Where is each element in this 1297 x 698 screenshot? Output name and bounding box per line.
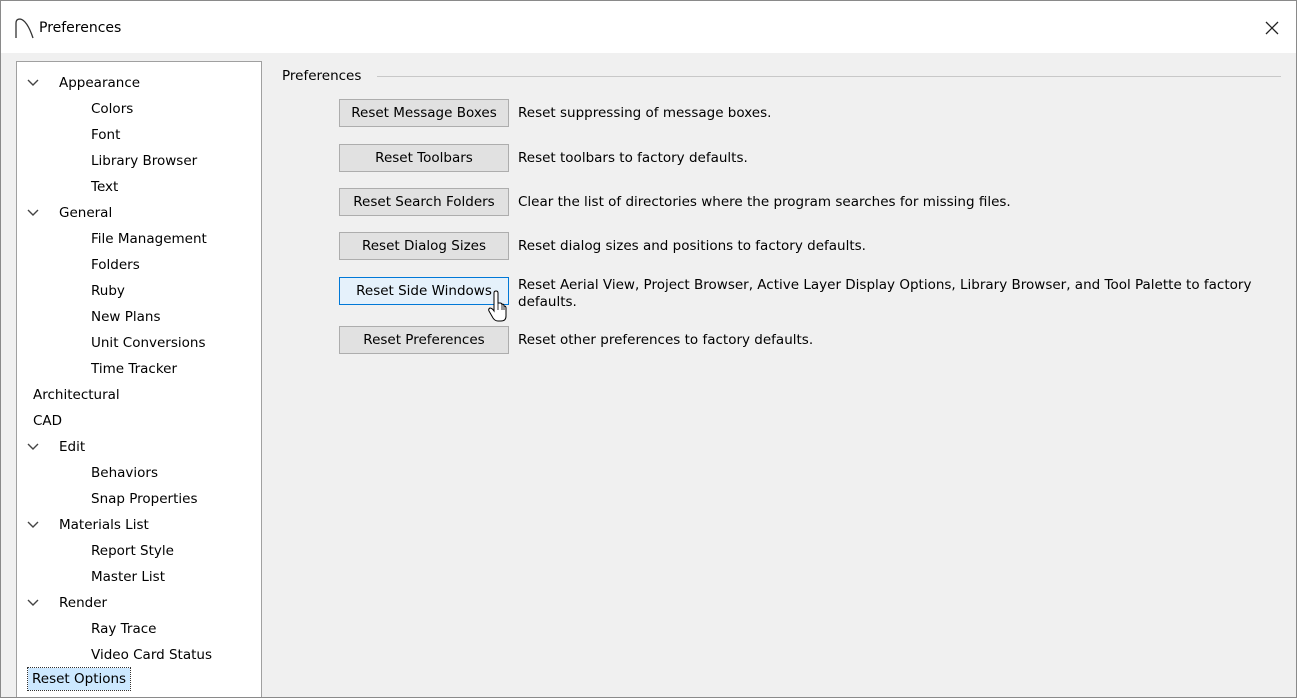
tree-item-label: Render — [59, 595, 108, 611]
tree-item-label: Reset Options — [26, 667, 132, 691]
tree-item-label: Unit Conversions — [91, 335, 206, 351]
tree-item-label: Materials List — [59, 517, 149, 533]
preferences-dialog: Preferences Appearance Colors Font Libra… — [0, 0, 1297, 698]
group-divider — [377, 76, 1281, 77]
reset-message-boxes-button[interactable]: Reset Message Boxes — [339, 99, 509, 127]
reset-side-windows-button[interactable]: Reset Side Windows — [339, 277, 509, 305]
tree-item-time-tracker[interactable]: Time Tracker — [91, 356, 177, 382]
tree-item-appearance[interactable]: Appearance — [17, 70, 259, 96]
reset-preferences-button[interactable]: Reset Preferences — [339, 326, 509, 354]
tree-item-folders[interactable]: Folders — [91, 252, 140, 278]
tree-item-file-management[interactable]: File Management — [91, 226, 207, 252]
tree-item-label: Font — [91, 127, 121, 143]
tree-item-edit[interactable]: Edit — [17, 434, 259, 460]
tree-item-label: New Plans — [91, 309, 161, 325]
tree-item-font[interactable]: Font — [91, 122, 120, 148]
tree-item-label: Architectural — [33, 387, 120, 403]
tree-item-render[interactable]: Render — [17, 590, 259, 616]
tree-item-video-card-status[interactable]: Video Card Status — [91, 642, 212, 668]
tree-item-architectural[interactable]: Architectural — [33, 382, 120, 408]
tree-item-unit-conversions[interactable]: Unit Conversions — [91, 330, 206, 356]
reset-message-boxes-description: Reset suppressing of message boxes. — [518, 105, 772, 121]
tree-item-label: Folders — [91, 257, 140, 273]
chevron-down-icon[interactable] — [27, 521, 39, 529]
tree-item-label: General — [59, 205, 113, 221]
tree-item-label: CAD — [33, 413, 63, 429]
tree-item-label: Snap Properties — [91, 491, 198, 507]
tree-item-text[interactable]: Text — [91, 174, 118, 200]
group-label: Preferences — [282, 67, 368, 85]
tree-item-label: Text — [91, 179, 119, 195]
tree-item-label: Appearance — [59, 75, 141, 91]
reset-search-folders-description: Clear the list of directories where the … — [518, 194, 1011, 210]
tree-item-ruby[interactable]: Ruby — [91, 278, 125, 304]
tree-item-general[interactable]: General — [17, 200, 259, 226]
reset-dialog-sizes-button[interactable]: Reset Dialog Sizes — [339, 232, 509, 260]
tree-item-ray-trace[interactable]: Ray Trace — [91, 616, 156, 642]
chevron-down-icon[interactable] — [27, 443, 39, 451]
chevron-down-icon[interactable] — [27, 599, 39, 607]
window-title: Preferences — [39, 20, 122, 36]
app-logo-icon — [15, 18, 34, 39]
reset-side-windows-description: Reset Aerial View, Project Browser, Acti… — [518, 277, 1252, 310]
reset-toolbars-button[interactable]: Reset Toolbars — [339, 144, 509, 172]
tree-item-label: Edit — [59, 439, 86, 455]
tree-item-label: Video Card Status — [91, 647, 213, 663]
tree-item-snap-properties[interactable]: Snap Properties — [91, 486, 197, 512]
tree-item-label: Report Style — [91, 543, 174, 559]
tree-item-label: Ruby — [91, 283, 125, 299]
hand-pointer-icon — [488, 290, 507, 322]
tree-item-reset-options[interactable]: Reset Options — [26, 666, 132, 692]
close-button[interactable] — [1254, 11, 1290, 45]
reset-dialog-sizes-description: Reset dialog sizes and positions to fact… — [518, 238, 866, 254]
tree-item-label: Behaviors — [91, 465, 158, 481]
tree-item-materials-list[interactable]: Materials List — [17, 512, 259, 538]
chevron-down-icon[interactable] — [27, 209, 39, 217]
reset-toolbars-description: Reset toolbars to factory defaults. — [518, 150, 748, 166]
title-bar: Preferences — [1, 1, 1296, 53]
reset-preferences-description: Reset other preferences to factory defau… — [518, 332, 814, 348]
close-icon — [1265, 21, 1279, 35]
tree-item-behaviors[interactable]: Behaviors — [91, 460, 158, 486]
preferences-tree[interactable]: Appearance Colors Font Library Browser T… — [16, 61, 262, 697]
tree-item-label: Library Browser — [91, 153, 198, 169]
tree-item-master-list[interactable]: Master List — [91, 564, 165, 590]
tree-item-label: Master List — [91, 569, 165, 585]
tree-item-library-browser[interactable]: Library Browser — [91, 148, 197, 174]
tree-item-label: File Management — [91, 231, 207, 247]
tree-item-label: Time Tracker — [91, 361, 178, 377]
tree-item-label: Colors — [91, 101, 134, 117]
tree-item-new-plans[interactable]: New Plans — [91, 304, 161, 330]
tree-item-label: Ray Trace — [91, 621, 157, 637]
reset-search-folders-button[interactable]: Reset Search Folders — [339, 188, 509, 216]
chevron-down-icon[interactable] — [27, 79, 39, 87]
tree-item-colors[interactable]: Colors — [91, 96, 133, 122]
tree-item-cad[interactable]: CAD — [33, 408, 62, 434]
tree-item-report-style[interactable]: Report Style — [91, 538, 174, 564]
